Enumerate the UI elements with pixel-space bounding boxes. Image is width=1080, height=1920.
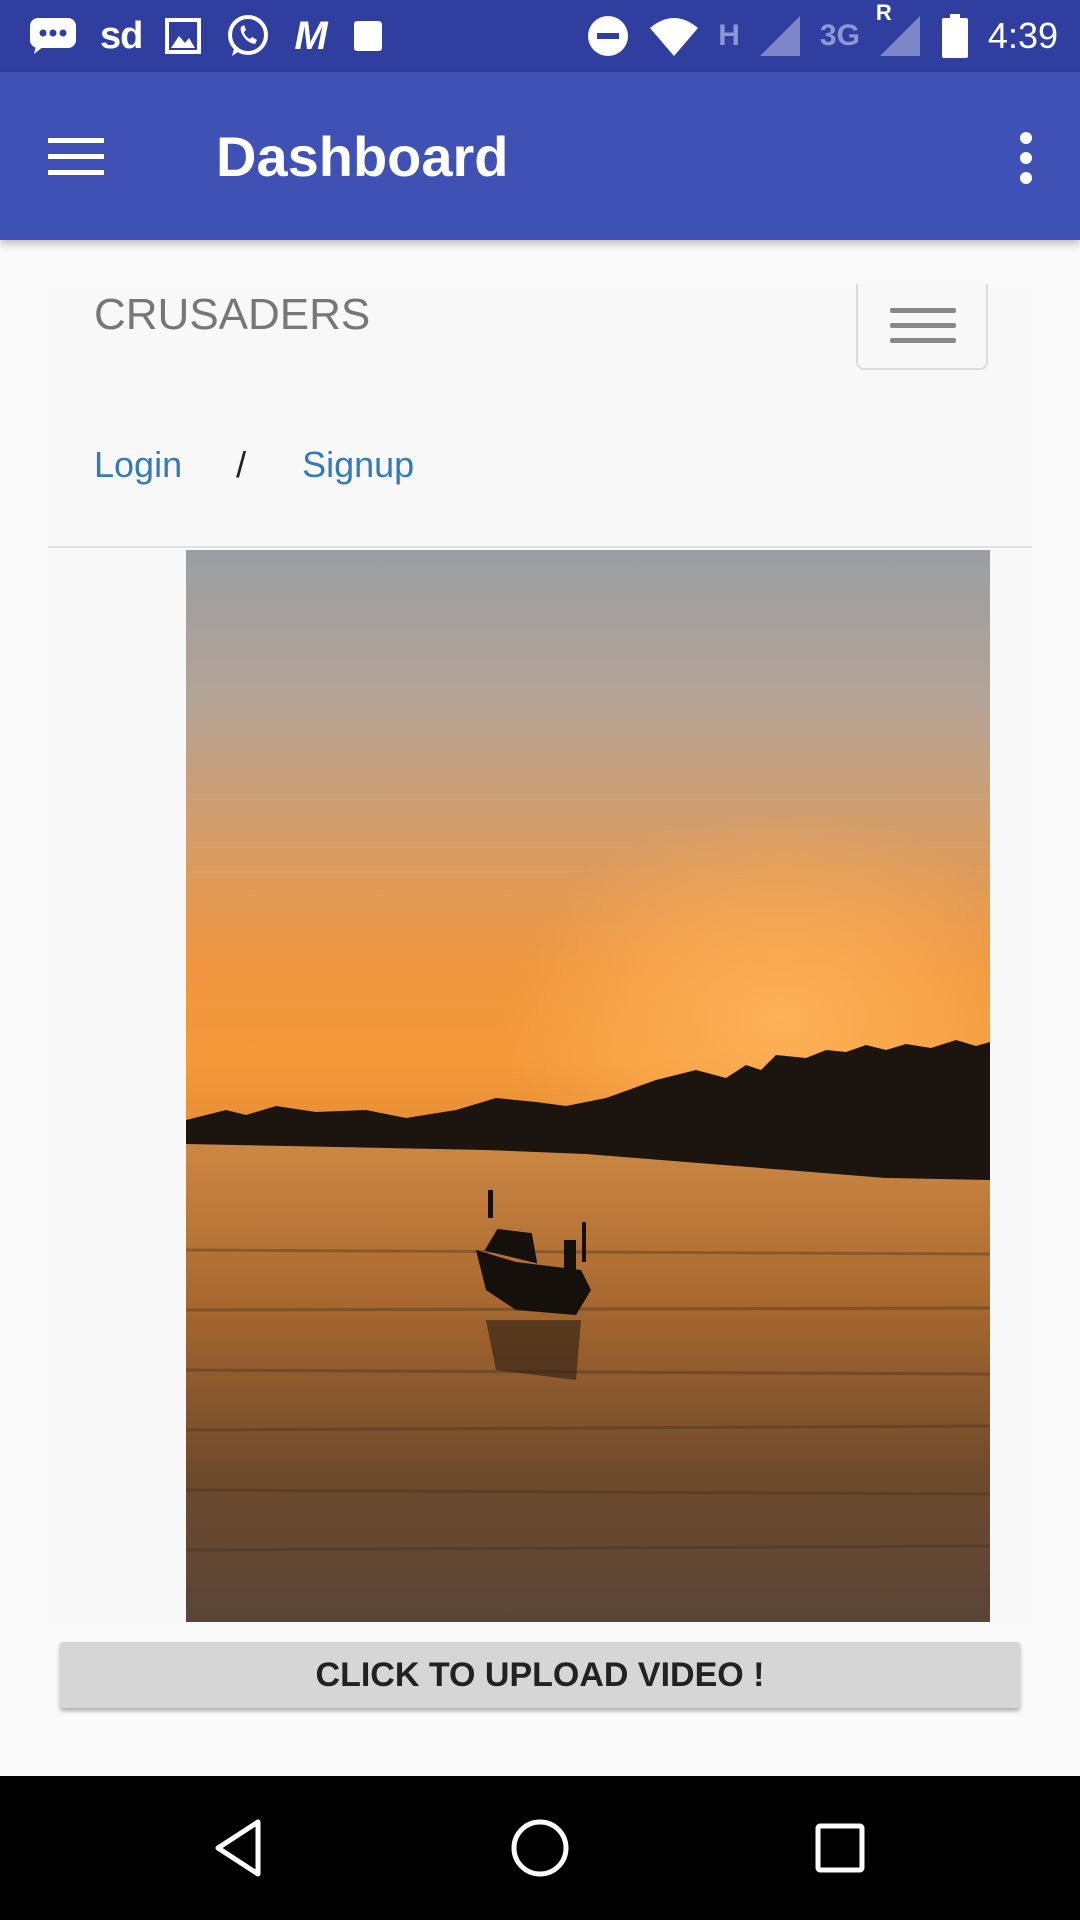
toggle-bar-icon (890, 323, 956, 328)
sd-icon: sd (100, 14, 143, 57)
status-bar: sd M H 3G R 4:39 (0, 0, 1080, 72)
network-h-label: H (718, 19, 740, 52)
more-options-icon[interactable] (1006, 128, 1046, 188)
signal-icon (758, 14, 802, 58)
site-brand[interactable]: CRUSADERS (94, 290, 370, 340)
page-title: Dashboard (216, 124, 509, 188)
signup-link[interactable]: Signup (302, 444, 414, 486)
do-not-disturb-icon (586, 14, 630, 58)
clock: 4:39 (987, 15, 1058, 56)
auth-links: Login / Signup (94, 444, 414, 486)
upload-video-button[interactable]: CLICK TO UPLOAD VIDEO ! (60, 1642, 1020, 1708)
roaming-label: R (875, 0, 892, 25)
note-icon (350, 18, 386, 54)
login-link[interactable]: Login (94, 444, 182, 486)
home-icon[interactable] (504, 1812, 576, 1884)
recents-icon[interactable] (804, 1812, 876, 1884)
roaming-signal-icon: R (876, 0, 922, 58)
app-bar: Dashboard (0, 72, 1080, 240)
battery-icon (940, 13, 970, 59)
link-separator: / (236, 444, 247, 485)
gallery-icon (164, 17, 202, 55)
whatsapp-icon (224, 12, 272, 60)
navbar-toggle-button[interactable] (856, 284, 988, 370)
photo-container (48, 550, 1032, 1624)
sunset-lake-image (186, 550, 990, 1622)
web-navbar: CRUSADERS Login / Signup (48, 284, 1032, 548)
m-icon: M (294, 13, 328, 58)
toggle-bar-icon (890, 308, 956, 313)
wifi-icon (648, 16, 700, 56)
message-icon (28, 16, 78, 56)
network-3g-label: 3G (819, 19, 860, 52)
hamburger-menu-icon[interactable] (46, 126, 108, 186)
system-nav-bar (0, 1776, 1080, 1920)
back-icon[interactable] (204, 1812, 276, 1884)
toggle-bar-icon (890, 338, 956, 343)
